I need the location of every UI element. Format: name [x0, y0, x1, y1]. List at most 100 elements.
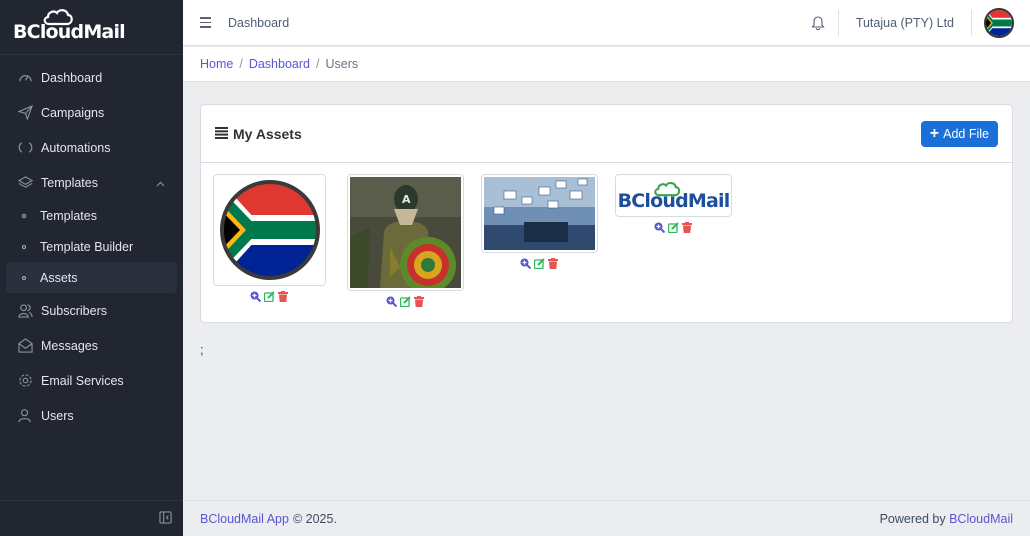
card-title-text: My Assets: [233, 125, 302, 142]
sidebar-subitem-template-builder[interactable]: Template Builder: [0, 231, 183, 262]
asset-thumbnail[interactable]: [213, 174, 326, 286]
breadcrumb-home-link[interactable]: Home: [200, 57, 233, 71]
sidebar-nav: Dashboard Campaigns Automations Template…: [0, 55, 183, 433]
layers-icon: [17, 175, 33, 191]
sidebar-item-label: Users: [41, 408, 74, 423]
south-africa-flag-image: [219, 180, 320, 280]
asset-actions: [481, 258, 598, 270]
sidebar-item-email-services[interactable]: Email Services: [0, 363, 183, 398]
sidebar-subitem-label: Template Builder: [40, 239, 134, 254]
collapse-sidebar-icon[interactable]: [159, 510, 172, 527]
trash-icon[interactable]: [548, 258, 559, 270]
breadcrumb-dashboard-link[interactable]: Dashboard: [249, 57, 310, 71]
add-file-button[interactable]: + Add File: [920, 120, 998, 147]
sidebar-footer: [0, 500, 183, 536]
brand-logo: BCloudMail: [13, 9, 126, 43]
asset-actions: [347, 296, 464, 308]
card-title: My Assets: [215, 126, 302, 142]
user-icon: [17, 408, 33, 424]
edit-icon[interactable]: [400, 296, 411, 308]
footer-powered: Powered by BCloudMail: [880, 512, 1013, 526]
breadcrumb: Home / Dashboard / Users: [183, 47, 1030, 82]
footer-powered-label: Powered by: [879, 511, 946, 526]
asset-actions: [213, 291, 326, 303]
sidebar-item-label: Email Services: [41, 373, 124, 388]
zoom-icon[interactable]: [520, 258, 531, 270]
header-right: Tutajua (PTY) Ltd: [798, 0, 1030, 45]
armoured-hero-image: A: [350, 177, 461, 288]
breadcrumb-separator: /: [315, 57, 320, 71]
card-header: My Assets + Add File: [201, 105, 1012, 163]
header-title[interactable]: Dashboard: [228, 16, 289, 30]
plus-icon: +: [929, 124, 940, 142]
add-file-label: Add File: [943, 126, 989, 141]
bullet-icon: [22, 213, 26, 218]
asset-thumbnail[interactable]: A: [347, 174, 464, 291]
trash-icon[interactable]: [414, 296, 425, 308]
sidebar-item-label: Dashboard: [41, 70, 103, 85]
trash-icon[interactable]: [278, 291, 289, 303]
loop-icon: [17, 140, 33, 156]
footer-powered-link[interactable]: BCloudMail: [949, 512, 1013, 526]
sidebar-item-label: Templates: [41, 175, 98, 190]
gear-icon: [17, 373, 33, 389]
envelope-open-icon: [17, 338, 33, 354]
sidebar-subitem-assets[interactable]: Assets: [6, 262, 177, 293]
page-footer: BCloudMail App © 2025. Powered by BCloud…: [183, 500, 1030, 536]
breadcrumb-separator: /: [239, 57, 243, 71]
sidebar-subitem-label: Assets: [40, 270, 78, 285]
trash-icon[interactable]: [682, 222, 693, 234]
speedometer-icon: [17, 70, 33, 86]
sidebar-item-templates[interactable]: Templates: [0, 165, 183, 200]
asset-item: [481, 174, 598, 270]
edit-icon[interactable]: [668, 222, 679, 234]
asset-item: A: [347, 174, 464, 308]
zoom-icon[interactable]: [250, 291, 261, 303]
sidebar-item-label: Subscribers: [41, 303, 107, 318]
bullet-icon: [22, 275, 26, 280]
list-icon: [215, 126, 228, 142]
asset-item: BCloudMail: [615, 174, 732, 234]
breadcrumb-current: Users: [325, 57, 359, 71]
assets-card: My Assets + Add File A BCloudMail: [200, 104, 1013, 323]
sidebar-item-label: Campaigns: [41, 105, 105, 120]
asset-actions: [615, 222, 732, 234]
footer-brand-link[interactable]: BCloudMail App: [200, 512, 289, 526]
zoom-icon[interactable]: [386, 296, 397, 308]
sidebar-subitem-templates[interactable]: Templates: [0, 200, 183, 231]
sidebar-item-dashboard[interactable]: Dashboard: [0, 60, 183, 95]
top-header: Dashboard Tutajua (PTY) Ltd: [183, 0, 1030, 46]
sidebar: BCloudMail Dashboard Campaigns Automatio…: [0, 0, 183, 536]
sidebar-item-label: Automations: [41, 140, 111, 155]
asset-thumbnail[interactable]: [481, 174, 598, 253]
cloud-icon: [43, 9, 73, 26]
cloud-icon: [653, 181, 680, 196]
bcloudmail-logo-image: BCloudMail: [618, 180, 730, 212]
organization-name[interactable]: Tutajua (PTY) Ltd: [839, 16, 971, 30]
edit-icon[interactable]: [264, 291, 275, 303]
svg-text:A: A: [402, 193, 411, 206]
bullet-icon: [22, 244, 26, 249]
sidebar-item-users[interactable]: Users: [0, 398, 183, 433]
sidebar-item-campaigns[interactable]: Campaigns: [0, 95, 183, 130]
sidebar-subitem-label: Templates: [40, 208, 97, 223]
paper-plane-icon: [17, 105, 33, 121]
chevron-up-icon: [156, 176, 165, 190]
divider: [971, 9, 972, 36]
sidebar-item-automations[interactable]: Automations: [0, 130, 183, 165]
stray-text: ;: [200, 342, 204, 357]
asset-item: [213, 174, 326, 303]
sidebar-item-messages[interactable]: Messages: [0, 328, 183, 363]
brand[interactable]: BCloudMail: [0, 0, 183, 55]
people-icon: [17, 303, 33, 319]
hamburger-menu-icon[interactable]: [200, 17, 211, 28]
footer-copyright: © 2025.: [292, 511, 337, 526]
sidebar-item-label: Messages: [41, 338, 98, 353]
zoom-icon[interactable]: [654, 222, 665, 234]
edit-icon[interactable]: [534, 258, 545, 270]
asset-thumbnail[interactable]: BCloudMail: [615, 174, 732, 217]
bell-icon[interactable]: [798, 15, 838, 30]
email-envelopes-image: [484, 177, 595, 250]
sidebar-item-subscribers[interactable]: Subscribers: [0, 293, 183, 328]
avatar[interactable]: [984, 7, 1014, 38]
